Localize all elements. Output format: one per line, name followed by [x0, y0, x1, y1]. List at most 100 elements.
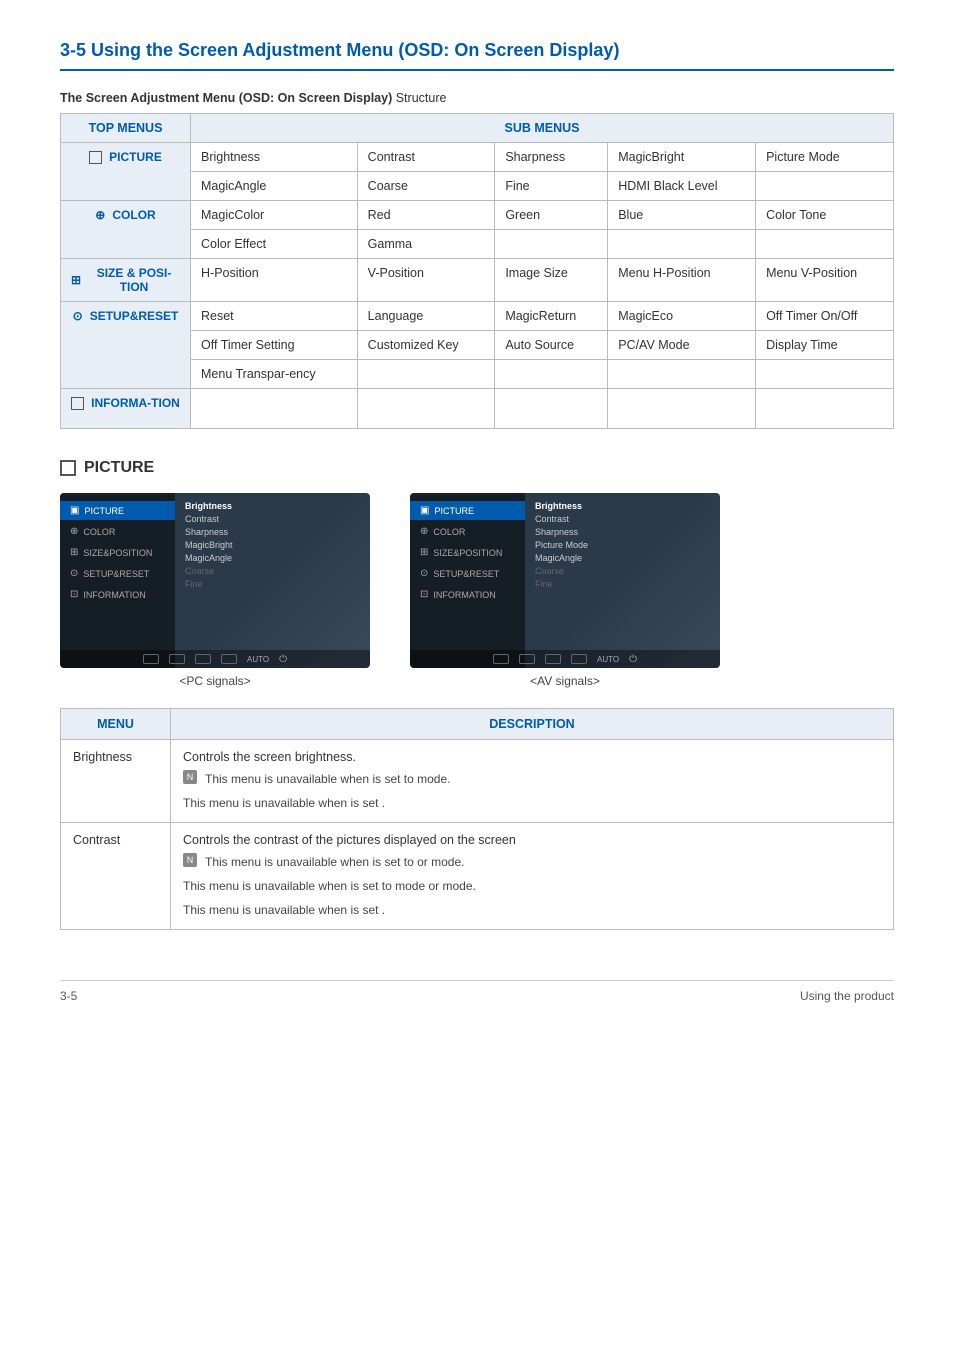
osd-av-btn4	[571, 654, 587, 664]
sub-menu-cell: MagicBright	[608, 143, 756, 172]
sub-menu-cell: Sharpness	[495, 143, 608, 172]
sub-menu-cell: Blue	[608, 201, 756, 230]
desc-col-header-menu: MENU	[61, 709, 171, 740]
description-table: MENU DESCRIPTION BrightnessControls the …	[60, 708, 894, 930]
osd-pc-menu-info: ⊡ INFORMATION	[60, 585, 175, 604]
desc-col-header-desc: DESCRIPTION	[171, 709, 894, 740]
osd-av-btn2	[519, 654, 535, 664]
table-row: INFORMA-TION	[61, 389, 894, 429]
note-icon: N	[183, 770, 197, 784]
sub-menu-cell: Red	[357, 201, 495, 230]
osd-pc-menu-setup: ⊙ SETUP&RESET	[60, 564, 175, 583]
osd-av-pic-icon: ▣	[420, 505, 429, 516]
osd-pc-power: ⏻	[279, 654, 287, 665]
caption-rest: Structure	[392, 91, 446, 105]
osd-av-btn3	[545, 654, 561, 664]
sub-menu-cell-empty	[357, 389, 495, 429]
osd-pc-bottom-bar: AUTO ⏻	[60, 650, 370, 668]
table-row: ⊞SIZE & POSI-TIONH-PositionV-PositionIma…	[61, 259, 894, 302]
sub-menu-cell: HDMI Black Level	[608, 172, 756, 201]
osd-pc-menu-picture: ▣ PICTURE	[60, 501, 175, 520]
top-menu-cell-info: INFORMA-TION	[61, 389, 191, 429]
osd-av-size-icon: ⊞	[420, 547, 428, 558]
note-icon: N	[183, 853, 197, 867]
osd-av-sub-picturemode: Picture Mode	[535, 540, 710, 550]
osd-av-menu-setup: ⊙ SETUP&RESET	[410, 564, 525, 583]
osd-pc-screen: ▣ PICTURE ⊕ COLOR ⊞ SIZE&POSITION ⊙ SETU…	[60, 493, 370, 668]
caption-bold: The Screen Adjustment Menu (OSD: On Scre…	[60, 91, 392, 105]
table-caption: The Screen Adjustment Menu (OSD: On Scre…	[60, 91, 894, 105]
osd-pc-right-panel: Brightness Contrast Sharpness MagicBrigh…	[175, 493, 370, 668]
sub-menu-cell: MagicAngle	[191, 172, 358, 201]
osd-pc-menu-color: ⊕ COLOR	[60, 522, 175, 541]
sub-menu-cell	[608, 360, 756, 389]
osd-pc-btn3	[195, 654, 211, 664]
sub-menu-cell-empty	[495, 389, 608, 429]
osd-av-screen: ▣ PICTURE ⊕ COLOR ⊞ SIZE&POSITION ⊙ SETU…	[410, 493, 720, 668]
sub-menu-cell: Off Timer On/Off	[756, 302, 894, 331]
osd-av-menu-color: ⊕ COLOR	[410, 522, 525, 541]
sub-menu-cell: Auto Source	[495, 331, 608, 360]
section-heading-picture: PICTURE	[60, 459, 894, 477]
osd-pc-auto: AUTO	[247, 655, 269, 664]
desc-table-row: BrightnessControls the screen brightness…	[61, 740, 894, 823]
osd-av-bottom-bar: AUTO ⏻	[410, 650, 720, 668]
desc-content-cell: Controls the contrast of the pictures di…	[171, 823, 894, 930]
osd-av-info-icon: ⊡	[420, 589, 428, 600]
sub-menu-cell	[495, 360, 608, 389]
sub-menu-cell: H-Position	[191, 259, 358, 302]
sub-menu-cell: Color Effect	[191, 230, 358, 259]
sub-menu-cell: Customized Key	[357, 331, 495, 360]
osd-pc-btn1	[143, 654, 159, 664]
desc-main-text: Controls the screen brightness.	[183, 750, 881, 764]
sub-menu-cell: PC/AV Mode	[608, 331, 756, 360]
osd-pc-sub-fine: Fine	[185, 579, 360, 589]
desc-content-cell: Controls the screen brightness. N This men…	[171, 740, 894, 823]
footer: 3-5 Using the product	[60, 980, 894, 1003]
sub-menu-cell: Gamma	[357, 230, 495, 259]
desc-note-row: This menu is unavailable when is set .	[183, 794, 881, 812]
osd-av-sub-coarse: Coarse	[535, 566, 710, 576]
picture-icon	[60, 460, 76, 476]
sub-menu-cell-empty	[756, 389, 894, 429]
osd-pc-sub-brightness: Brightness	[185, 501, 360, 511]
sub-menu-cell: Menu H-Position	[608, 259, 756, 302]
osd-av-right-panel: Brightness Contrast Sharpness Picture Mo…	[525, 493, 720, 668]
osd-av-power: ⏻	[629, 654, 637, 665]
sub-menu-cell: Image Size	[495, 259, 608, 302]
osd-av-auto: AUTO	[597, 655, 619, 664]
desc-menu-cell: Contrast	[61, 823, 171, 930]
osd-pc-left-panel: ▣ PICTURE ⊕ COLOR ⊞ SIZE&POSITION ⊙ SETU…	[60, 493, 175, 668]
note-text: This menu is unavailable when is set to …	[183, 877, 881, 895]
osd-size-icon: ⊞	[70, 547, 78, 558]
top-menu-cell-picture: PICTURE	[61, 143, 191, 201]
osd-av-setup-icon: ⊙	[420, 568, 428, 579]
col-header-top-menus: TOP MENUS	[61, 114, 191, 143]
osd-pc-menu-size: ⊞ SIZE&POSITION	[60, 543, 175, 562]
osd-av-sub-contrast: Contrast	[535, 514, 710, 524]
desc-main-text: Controls the contrast of the pictures di…	[183, 833, 881, 847]
col-header-sub-menus: SUB MENUS	[191, 114, 894, 143]
osd-pc-sub-sharpness: Sharpness	[185, 527, 360, 537]
top-menu-cell-setupreset: ⊙SETUP&RESET	[61, 302, 191, 389]
section-title-picture: PICTURE	[84, 459, 154, 477]
sub-menu-cell: Brightness	[191, 143, 358, 172]
top-menu-cell-color: ⊕COLOR	[61, 201, 191, 259]
osd-pic-icon: ▣	[70, 505, 79, 516]
footer-page-number: 3-5	[60, 989, 77, 1003]
sub-menu-cell: Color Tone	[756, 201, 894, 230]
footer-chapter: Using the product	[800, 989, 894, 1003]
osd-av-menu-picture: ▣ PICTURE	[410, 501, 525, 520]
sub-menu-cell: Language	[357, 302, 495, 331]
osd-pc-sub-magicangle: MagicAngle	[185, 553, 360, 563]
osd-pc-btn4	[221, 654, 237, 664]
osd-col-icon: ⊕	[70, 526, 78, 537]
osd-setup-icon: ⊙	[70, 568, 78, 579]
sub-menu-cell: Reset	[191, 302, 358, 331]
structure-table: TOP MENUS SUB MENUS PICTUREBrightnessCon…	[60, 113, 894, 429]
sub-menu-cell-empty	[608, 389, 756, 429]
osd-av-menu-size: ⊞ SIZE&POSITION	[410, 543, 525, 562]
sub-menu-cell: Fine	[495, 172, 608, 201]
osd-pc-sub-contrast: Contrast	[185, 514, 360, 524]
desc-note-row: NThis menu is unavailable when is set to…	[183, 853, 881, 871]
